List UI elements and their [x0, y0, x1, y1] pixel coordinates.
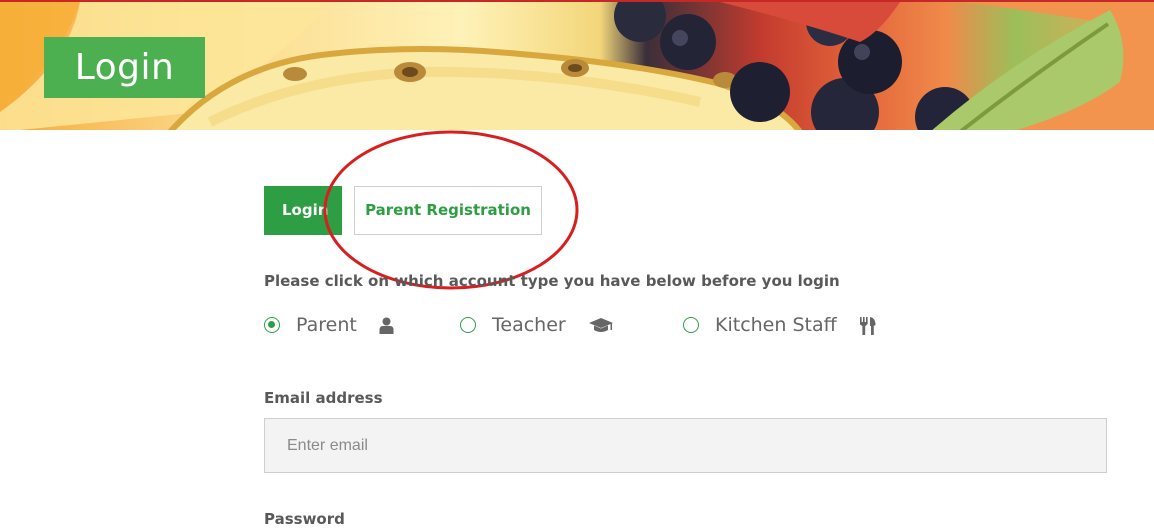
page-title: Login: [44, 37, 205, 98]
parent-radio[interactable]: [264, 317, 280, 333]
parent-label: Parent: [296, 314, 357, 336]
teacher-label: Teacher: [492, 314, 566, 336]
user-icon: [379, 317, 394, 334]
account-type-kitchen-staff[interactable]: Kitchen Staff: [683, 312, 877, 338]
teacher-radio[interactable]: [460, 317, 476, 333]
account-type-instructions: Please click on which account type you h…: [264, 272, 840, 290]
kitchen-staff-label: Kitchen Staff: [715, 314, 837, 336]
email-field[interactable]: [264, 418, 1107, 473]
account-type-teacher[interactable]: Teacher: [460, 312, 614, 338]
tab-parent-registration[interactable]: Parent Registration: [354, 186, 542, 235]
kitchen-staff-radio[interactable]: [683, 317, 699, 333]
hero-banner: Login: [0, 0, 1154, 130]
graduation-cap-icon: [588, 317, 614, 334]
tab-login[interactable]: Login: [264, 186, 342, 235]
account-type-parent[interactable]: Parent: [264, 312, 394, 338]
cutlery-icon: [859, 316, 877, 335]
password-label: Password: [264, 510, 345, 528]
email-label: Email address: [264, 389, 383, 407]
